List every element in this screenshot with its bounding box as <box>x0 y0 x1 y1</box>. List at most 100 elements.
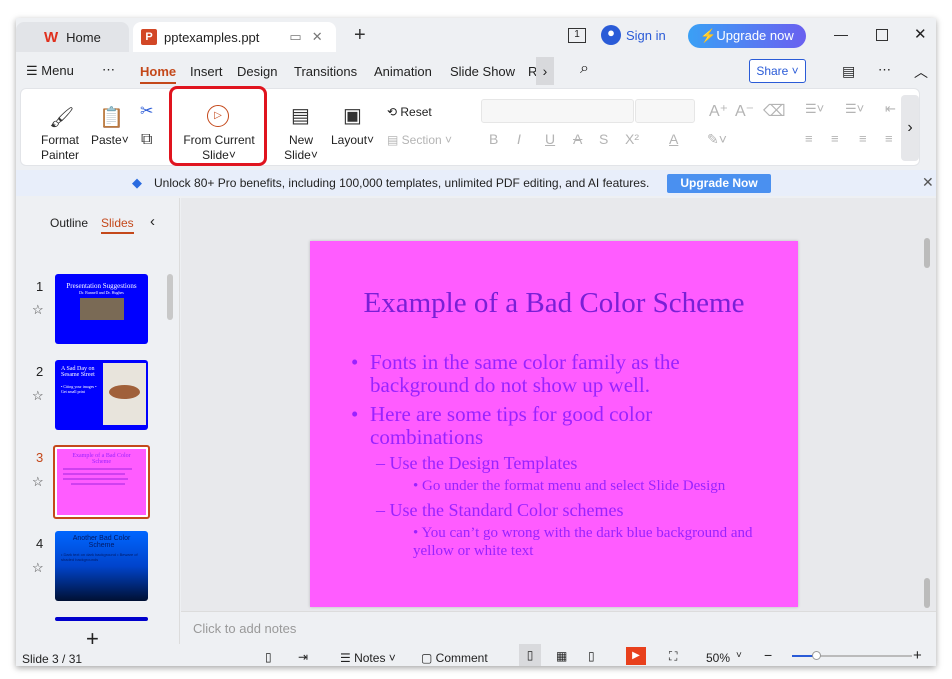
canvas-scrollbar[interactable] <box>924 238 930 268</box>
collapse-ribbon-icon[interactable]: ︿ <box>914 62 928 82</box>
tab-slide-show[interactable]: Slide Show <box>450 64 515 79</box>
upgrade-now-banner-button[interactable]: Upgrade Now <box>667 174 771 193</box>
zoom-slider-handle[interactable] <box>812 651 821 660</box>
close-banner-icon[interactable]: ✕ <box>922 174 934 191</box>
more-menu-button[interactable]: ⋯ <box>102 62 115 78</box>
underline-button[interactable]: U <box>545 131 555 147</box>
tabs-scroll-right-icon[interactable]: › <box>536 57 554 85</box>
slide-thumbnail-1[interactable]: Presentation Suggestions Dr. Bunnell and… <box>55 274 148 344</box>
comment-button[interactable]: ▢ Comment <box>421 651 488 665</box>
slide[interactable]: Example of a Bad Color Scheme Fonts in t… <box>310 241 798 607</box>
copy-icon[interactable]: ⧉ <box>141 131 152 149</box>
format-painter-button[interactable]: Format Painter <box>33 133 87 163</box>
slide-title[interactable]: Example of a Bad Color Scheme <box>310 287 798 320</box>
monitor-icon[interactable]: ▭ <box>289 29 301 45</box>
maximize-button[interactable] <box>876 29 888 41</box>
star-icon[interactable]: ☆ <box>32 388 44 404</box>
from-current-slide-button[interactable]: From Current Slide˅ <box>179 133 259 163</box>
slide-subsubbullet[interactable]: • Go under the format menu and select Sl… <box>413 477 773 495</box>
reading-view-button[interactable]: ▯ <box>588 649 595 663</box>
user-avatar-icon[interactable]: ● <box>601 25 621 45</box>
zoom-dropdown-icon[interactable]: ˅ <box>736 650 742 661</box>
close-window-button[interactable]: ✕ <box>914 25 927 43</box>
decrease-font-icon[interactable]: A⁻ <box>735 101 754 121</box>
menu-button[interactable]: ☰ Menu <box>26 63 74 79</box>
slide-bullet[interactable]: Here are some tips for good color combin… <box>351 403 770 449</box>
zoom-in-button[interactable]: + <box>913 647 922 664</box>
tab-document[interactable]: P pptexamples.ppt ▭ ✕ <box>133 22 336 52</box>
bullets-icon[interactable]: ☰˅ <box>805 101 824 117</box>
notes-area[interactable]: Click to add notes <box>181 611 936 644</box>
import-icon[interactable]: ⇥ <box>298 650 308 664</box>
font-color-button[interactable]: A <box>669 131 678 147</box>
share-button[interactable]: Share ˅ <box>749 59 806 83</box>
highlight-icon[interactable]: ✎˅ <box>707 131 727 148</box>
align-right-icon[interactable]: ≡ <box>859 131 867 146</box>
slide-bullet[interactable]: Fonts in the same color family as the ba… <box>351 351 770 397</box>
slide-subsubbullet[interactable]: • You can’t go wrong with the dark blue … <box>413 524 773 560</box>
slide-thumbnail-5[interactable] <box>55 617 148 621</box>
paste-button[interactable]: Paste˅ <box>91 133 129 148</box>
search-icon[interactable]: ⌕ <box>580 60 589 78</box>
clear-format-icon[interactable]: ⌫ <box>763 101 786 121</box>
ribbon-scroll-right-icon[interactable]: › <box>901 95 919 161</box>
tab-home[interactable]: W Home <box>16 22 129 52</box>
superscript-button[interactable]: X² <box>625 131 639 147</box>
minimize-button[interactable]: — <box>834 26 848 42</box>
normal-view-button[interactable]: ▯ <box>519 644 541 666</box>
tab-insert[interactable]: Insert <box>190 64 223 79</box>
comment-icon[interactable]: ▤ <box>842 63 855 80</box>
star-icon[interactable]: ☆ <box>32 474 44 490</box>
slide-subbullet[interactable]: – Use the Standard Color schemes <box>376 500 623 521</box>
format-painter-label-2: Painter <box>40 148 80 162</box>
grid-view-button[interactable]: ▦ <box>556 649 567 663</box>
new-tab-button[interactable]: + <box>354 24 366 47</box>
slide-timing-icon[interactable]: ▯ <box>265 650 272 664</box>
slide-subbullet[interactable]: – Use the Design Templates <box>376 453 577 474</box>
zoom-out-button[interactable]: − <box>764 647 772 663</box>
layout-label: Layout <box>331 133 368 147</box>
slide-thumbnail-2[interactable]: A Sad Day on Sesame Street • Citing your… <box>55 360 148 430</box>
cut-icon[interactable]: ✂ <box>140 101 153 121</box>
tab-transitions[interactable]: Transitions <box>294 64 357 79</box>
increase-font-icon[interactable]: A⁺ <box>709 101 728 121</box>
slide-thumbnail-4[interactable]: Another Bad Color Scheme • Dark text on … <box>55 531 148 601</box>
collapse-panel-icon[interactable]: ‹ <box>150 213 155 230</box>
tab-outline[interactable]: Outline <box>50 216 88 230</box>
notes-button[interactable]: ☰ Notes ˅ <box>340 651 396 665</box>
fit-window-icon[interactable]: ⛶ <box>669 649 677 664</box>
panel-scrollbar[interactable] <box>167 274 173 320</box>
align-left-icon[interactable]: ≡ <box>805 131 813 146</box>
star-icon[interactable]: ☆ <box>32 560 44 576</box>
italic-button[interactable]: I <box>517 131 521 147</box>
close-tab-icon[interactable]: ✕ <box>312 29 323 45</box>
font-family-select[interactable] <box>481 99 634 123</box>
decrease-indent-icon[interactable]: ⇤ <box>885 101 896 117</box>
justify-icon[interactable]: ≡ <box>885 131 893 146</box>
tab-home-ribbon[interactable]: Home <box>140 64 177 84</box>
tab-design[interactable]: Design <box>237 64 277 79</box>
align-center-icon[interactable]: ≡ <box>831 131 839 146</box>
slide-thumbnail-3-selected[interactable]: Example of a Bad Color Scheme <box>53 445 150 519</box>
zoom-level[interactable]: 50% <box>706 651 730 665</box>
strikethrough-button[interactable]: A <box>573 131 582 147</box>
canvas-scrollbar-lower[interactable] <box>924 578 930 608</box>
section-button[interactable]: ▤ Section ˅ <box>387 133 452 148</box>
font-size-select[interactable] <box>635 99 695 123</box>
numbering-icon[interactable]: ☰˅ <box>845 101 864 117</box>
bold-button[interactable]: B <box>489 131 498 147</box>
page-view-icon[interactable]: 1 <box>568 28 586 43</box>
tab-slides[interactable]: Slides <box>101 216 134 234</box>
layout-button[interactable]: Layout˅ <box>331 133 374 148</box>
new-slide-button[interactable]: New Slide˅ <box>281 133 321 163</box>
more-options-icon[interactable]: ⋯ <box>878 62 891 78</box>
shadow-button[interactable]: S <box>599 131 608 147</box>
zoom-slider[interactable] <box>792 651 912 660</box>
star-icon[interactable]: ☆ <box>32 302 44 318</box>
play-slideshow-button[interactable]: ▶ <box>626 647 646 665</box>
reset-button[interactable]: ⟲ Reset <box>387 105 432 120</box>
sign-in-link[interactable]: Sign in <box>626 28 666 43</box>
upgrade-now-button[interactable]: ⚡Upgrade now <box>688 24 806 48</box>
thumb-cartoon <box>103 363 146 425</box>
tab-animation[interactable]: Animation <box>374 64 432 79</box>
